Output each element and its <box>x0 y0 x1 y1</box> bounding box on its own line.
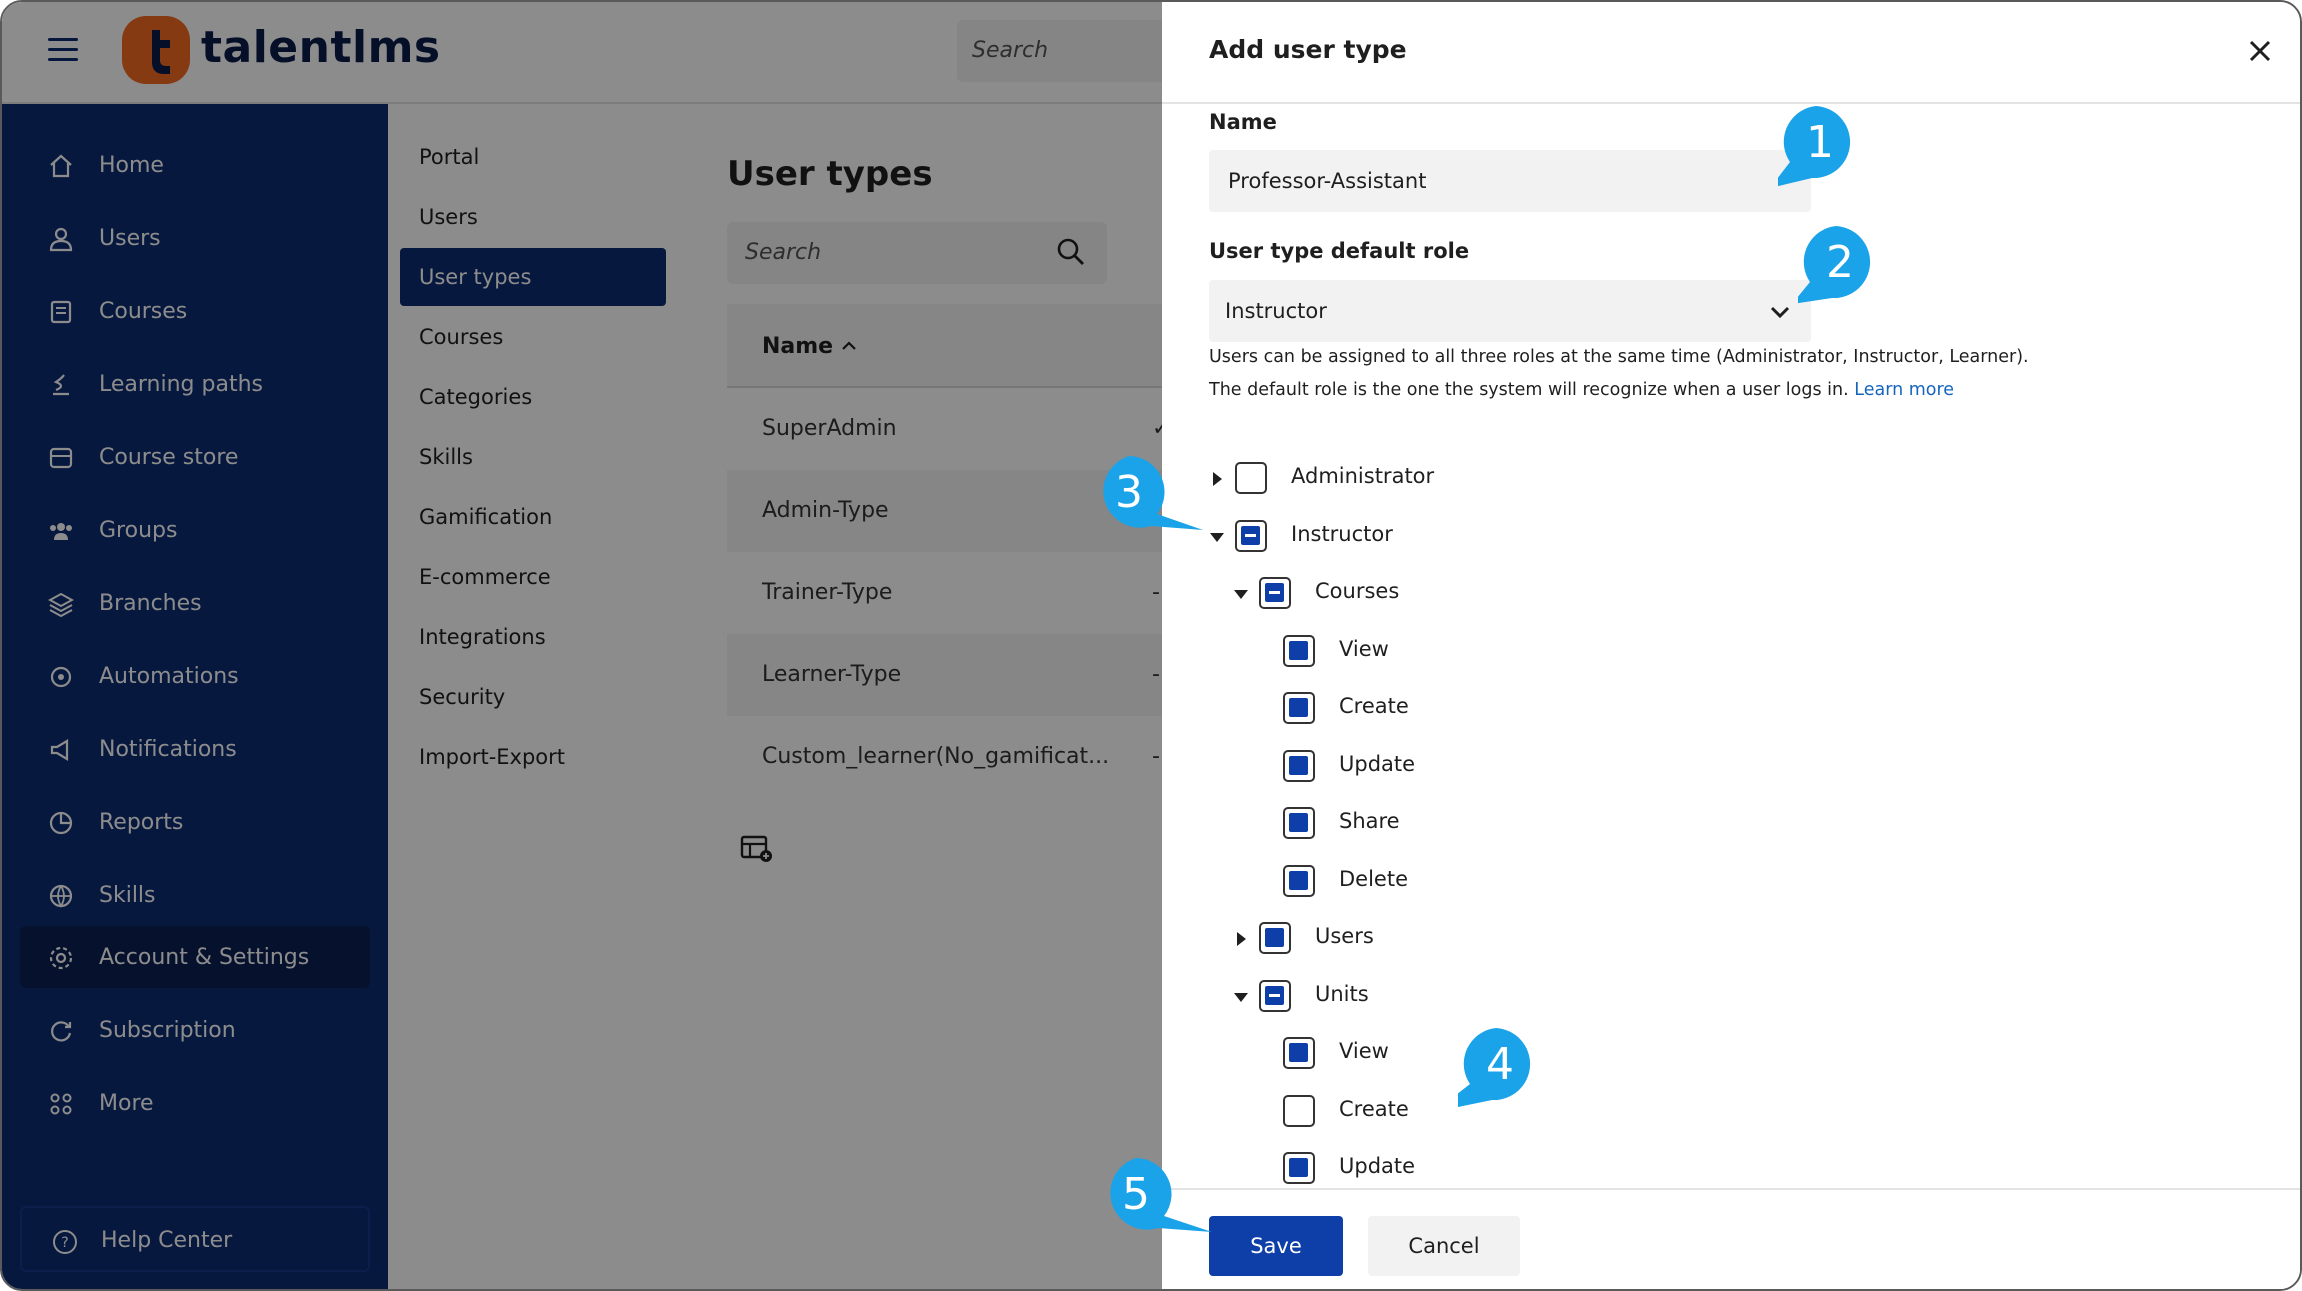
permission-row: Courses <box>1233 575 1833 615</box>
close-icon[interactable] <box>2247 38 2273 64</box>
permission-row: View <box>1257 633 1857 673</box>
chevron-down-icon <box>1770 306 1790 319</box>
name-label: Name <box>1209 110 1277 134</box>
role-label: User type default role <box>1209 239 1470 263</box>
role-help-text: The default role is the one the system w… <box>1209 380 1849 400</box>
callout-number: 3 <box>1115 467 1143 518</box>
permission-row: Delete <box>1257 863 1857 903</box>
checkbox-checked-mark <box>1289 698 1308 717</box>
modal-backdrop[interactable] <box>2 2 1162 1289</box>
checkbox-partial-mark <box>1265 583 1284 602</box>
caret-down-icon[interactable] <box>1233 585 1249 603</box>
permission-checkbox[interactable] <box>1283 807 1315 839</box>
permission-label: Administrator <box>1291 464 1435 488</box>
checkbox-checked-mark <box>1289 1043 1308 1062</box>
callout-1: 1 <box>1778 104 1892 214</box>
checkbox-checked-mark <box>1289 756 1308 775</box>
permission-row: Update <box>1257 748 1857 788</box>
permission-label: Create <box>1339 694 1409 718</box>
permission-label: Create <box>1339 1097 1409 1121</box>
permission-row: Administrator <box>1209 460 1809 500</box>
caret-right-icon[interactable] <box>1233 930 1249 948</box>
permission-checkbox[interactable] <box>1283 635 1315 667</box>
add-user-type-panel: Add user type Name Professor-Assistant U… <box>1162 2 2300 1289</box>
permission-checkbox[interactable] <box>1259 922 1291 954</box>
permission-label: Units <box>1315 982 1369 1006</box>
callout-number: 2 <box>1826 237 1854 288</box>
permission-label: Delete <box>1339 867 1408 891</box>
permission-checkbox[interactable] <box>1283 692 1315 724</box>
permission-checkbox[interactable] <box>1235 520 1267 552</box>
permission-label: Update <box>1339 752 1416 776</box>
role-help-line1: Users can be assigned to all three roles… <box>1209 347 2029 367</box>
callout-number: 1 <box>1806 117 1834 168</box>
checkbox-checked-mark <box>1289 641 1308 660</box>
permission-checkbox[interactable] <box>1259 577 1291 609</box>
checkbox-checked-mark <box>1265 928 1284 947</box>
permission-label: Share <box>1339 809 1400 833</box>
permission-checkbox[interactable] <box>1235 462 1267 494</box>
learn-more-link[interactable]: Learn more <box>1854 380 1954 400</box>
permission-row: Units <box>1233 978 1833 1018</box>
callout-number: 4 <box>1486 1039 1514 1090</box>
permission-checkbox[interactable] <box>1283 1037 1315 1069</box>
name-field-value: Professor-Assistant <box>1228 169 1427 193</box>
panel-title: Add user type <box>1209 35 1407 64</box>
callout-4: 4 <box>1458 1026 1572 1136</box>
app-window: talentlms Search Home Users Courses Lear… <box>0 0 2302 1291</box>
callout-2: 2 <box>1798 224 1912 334</box>
checkbox-partial-mark <box>1241 526 1260 545</box>
checkbox-partial-mark <box>1265 986 1284 1005</box>
permission-label: View <box>1339 637 1389 661</box>
name-field[interactable]: Professor-Assistant <box>1209 150 1811 212</box>
permission-row: Update <box>1257 1150 1857 1190</box>
permission-checkbox[interactable] <box>1283 865 1315 897</box>
caret-down-icon[interactable] <box>1209 528 1225 546</box>
permission-label: View <box>1339 1039 1389 1063</box>
permission-label: Courses <box>1315 579 1400 603</box>
default-role-value: Instructor <box>1225 299 1327 323</box>
callout-number: 5 <box>1122 1169 1150 1220</box>
panel-footer: Save Cancel <box>1162 1188 2300 1289</box>
panel-header: Add user type <box>1162 2 2300 104</box>
permission-row: Instructor <box>1209 518 1809 558</box>
permission-label: Instructor <box>1291 522 1393 546</box>
checkbox-checked-mark <box>1289 871 1308 890</box>
permission-row: Share <box>1257 805 1857 845</box>
permission-checkbox[interactable] <box>1283 750 1315 782</box>
callout-3: 3 <box>1091 454 1203 564</box>
save-button[interactable]: Save <box>1209 1216 1343 1276</box>
permission-checkbox[interactable] <box>1283 1095 1315 1127</box>
cancel-button[interactable]: Cancel <box>1368 1216 1520 1276</box>
default-role-select[interactable]: Instructor <box>1209 280 1811 342</box>
role-help-line2: The default role is the one the system w… <box>1209 380 1954 400</box>
caret-right-icon[interactable] <box>1209 470 1225 488</box>
caret-down-icon[interactable] <box>1233 988 1249 1006</box>
permission-row: Users <box>1233 920 1833 960</box>
permission-checkbox[interactable] <box>1283 1152 1315 1184</box>
callout-5: 5 <box>1098 1156 1212 1266</box>
permission-label: Update <box>1339 1154 1416 1178</box>
permission-row: Create <box>1257 690 1857 730</box>
permission-checkbox[interactable] <box>1259 980 1291 1012</box>
checkbox-checked-mark <box>1289 1158 1308 1177</box>
checkbox-checked-mark <box>1289 813 1308 832</box>
permission-label: Users <box>1315 924 1374 948</box>
